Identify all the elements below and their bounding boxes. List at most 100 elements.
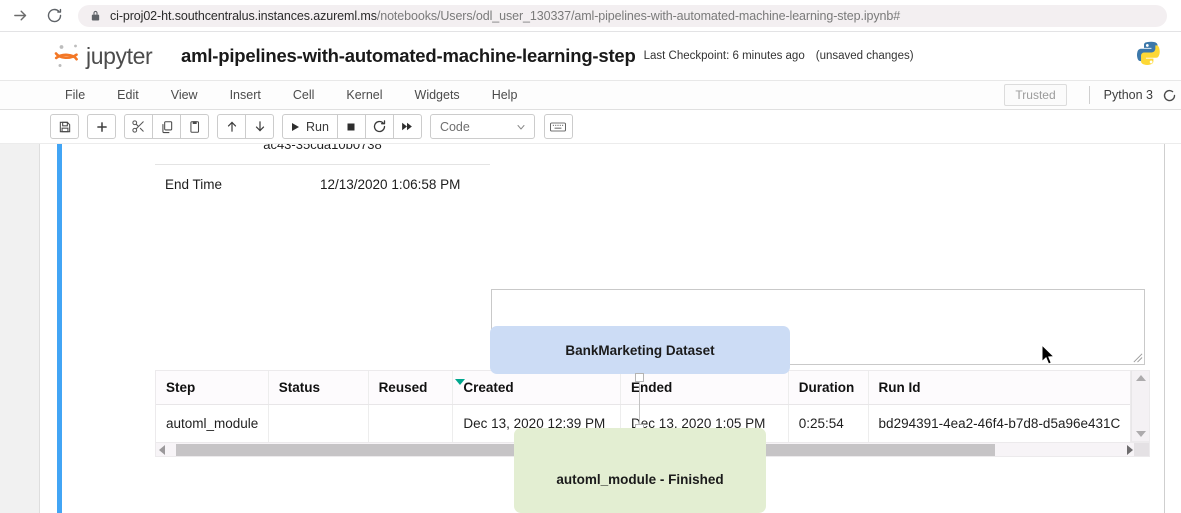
toolbar-group-run: Run — [282, 114, 422, 139]
play-triangle-icon — [292, 122, 299, 131]
cell-duration: 0:25:54 — [789, 405, 869, 442]
notebook-title[interactable]: aml-pipelines-with-automated-machine-lea… — [181, 45, 636, 67]
steps-table-horizontal-scrollbar[interactable] — [155, 442, 1150, 457]
selected-cell-marker — [57, 144, 62, 513]
save-button[interactable] — [50, 114, 79, 139]
menu-widgets[interactable]: Widgets — [402, 84, 473, 106]
column-header-duration[interactable]: Duration — [789, 371, 869, 404]
cell-status — [269, 405, 369, 442]
table-row[interactable]: automl_module Dec 13, 2020 12:39 PM Dec … — [156, 405, 1130, 442]
trusted-badge[interactable]: Trusted — [1004, 84, 1067, 106]
column-header-ended[interactable]: Ended — [621, 371, 789, 404]
url-host: ci-proj02-ht.southcentralus.instances.az… — [110, 8, 377, 23]
scissors-icon — [132, 120, 144, 133]
toolbar-group-save — [50, 114, 79, 139]
end-time-row: End Time 12/13/2020 1:06:58 PM — [155, 165, 490, 192]
forward-button[interactable] — [6, 2, 34, 30]
plus-icon — [96, 121, 107, 132]
scrollbar-corner — [1134, 443, 1149, 456]
column-header-run-id[interactable]: Run Id — [869, 371, 1130, 404]
cell-created: Dec 13, 2020 12:39 PM — [453, 405, 622, 442]
insert-cell-below-button[interactable] — [87, 114, 116, 139]
copy-button[interactable] — [152, 114, 181, 139]
move-cell-down-button[interactable] — [245, 114, 274, 139]
menu-help[interactable]: Help — [479, 84, 531, 106]
page-left-gutter — [0, 144, 40, 513]
menu-file[interactable]: File — [52, 84, 98, 106]
open-command-palette-button[interactable] — [543, 114, 573, 139]
unsaved-changes-text: (unsaved changes) — [815, 50, 914, 62]
scroll-down-arrow-icon[interactable] — [1135, 431, 1146, 437]
save-disk-icon — [59, 121, 70, 132]
run-button-label: Run — [306, 119, 329, 134]
end-time-value: 12/13/2020 1:06:58 PM — [320, 177, 461, 192]
cut-button[interactable] — [124, 114, 153, 139]
sort-descending-icon — [455, 379, 466, 385]
cell-type-select[interactable]: Code — [429, 114, 535, 139]
browser-toolbar: ci-proj02-ht.southcentralus.instances.az… — [0, 0, 1181, 32]
run-button[interactable]: Run — [282, 114, 338, 139]
arrow-right-icon — [13, 10, 26, 21]
lock-icon — [90, 9, 101, 22]
end-time-label: End Time — [165, 177, 223, 192]
paste-button[interactable] — [180, 114, 209, 139]
screen-root: ci-proj02-ht.southcentralus.instances.az… — [0, 0, 1181, 513]
column-header-reused[interactable]: Reused — [369, 371, 454, 404]
stop-square-icon — [347, 123, 355, 130]
svg-text:jupyter: jupyter — [85, 43, 153, 69]
run-id-clipped-text: ac43-35cda10b0738 — [155, 144, 490, 162]
kernel-status-indicator[interactable] — [1162, 88, 1177, 103]
notebook-scroll-area[interactable]: ac43-35cda10b0738 End Time 12/13/2020 1:… — [0, 144, 1181, 513]
copy-icon — [161, 120, 172, 133]
run-log-box[interactable] — [491, 289, 1145, 365]
column-header-status[interactable]: Status — [269, 371, 369, 404]
arrow-down-icon — [255, 121, 264, 132]
cell-ended: Dec 13, 2020 1:05 PM — [621, 405, 789, 442]
restart-kernel-button[interactable] — [364, 114, 394, 139]
horizontal-scroll-thumb[interactable] — [176, 444, 995, 456]
jupyter-logo[interactable]: jupyter — [52, 40, 164, 72]
menu-edit[interactable]: Edit — [104, 84, 152, 106]
notebook-toolbar: Run Code — [0, 110, 1181, 144]
last-checkpoint-text: Last Checkpoint: 6 minutes ago — [643, 50, 805, 62]
reload-button[interactable] — [40, 2, 68, 30]
cell-step: automl_module — [156, 405, 269, 442]
interrupt-kernel-button[interactable] — [336, 114, 366, 139]
steps-table[interactable]: Step Status Reused Created Ended Duratio… — [155, 370, 1131, 443]
move-cell-up-button[interactable] — [217, 114, 246, 139]
restart-and-run-all-button[interactable] — [392, 114, 422, 139]
keyboard-icon — [550, 122, 567, 131]
chevron-down-icon — [517, 124, 525, 129]
column-header-created[interactable]: Created — [453, 371, 622, 404]
run-details-panel: ac43-35cda10b0738 End Time 12/13/2020 1:… — [155, 144, 490, 192]
address-bar[interactable]: ci-proj02-ht.southcentralus.instances.az… — [78, 4, 1167, 27]
resize-grip-icon[interactable] — [1132, 352, 1143, 363]
menu-view[interactable]: View — [158, 84, 211, 106]
jupyter-header: jupyter aml-pipelines-with-automated-mac… — [0, 32, 1181, 80]
scroll-right-arrow-icon[interactable] — [1127, 444, 1133, 455]
toolbar-group-move — [217, 114, 274, 139]
steps-table-vertical-scrollbar[interactable] — [1131, 370, 1150, 442]
url-text: ci-proj02-ht.southcentralus.instances.az… — [110, 9, 900, 23]
kernel-idle-circle-icon — [1163, 89, 1176, 101]
cell-type-value: Code — [439, 119, 470, 134]
scroll-left-arrow-icon[interactable] — [159, 444, 165, 455]
menu-bar: File Edit View Insert Cell Kernel Widget… — [0, 80, 1181, 110]
run-id-clipped-value: ac43-35cda10b0738 — [263, 144, 382, 152]
python-kernel-logo — [1133, 38, 1169, 79]
toolbar-group-palette — [543, 114, 573, 139]
toolbar-group-insert — [87, 114, 116, 139]
menu-insert[interactable]: Insert — [217, 84, 274, 106]
menubar-right-group: Trusted Python 3 — [1004, 84, 1181, 106]
column-header-step[interactable]: Step — [156, 371, 269, 404]
scroll-up-arrow-icon[interactable] — [1135, 375, 1146, 381]
menu-kernel[interactable]: Kernel — [333, 84, 395, 106]
python-logo-icon — [1136, 41, 1160, 65]
steps-table-header: Step Status Reused Created Ended Duratio… — [156, 371, 1130, 405]
paste-icon — [189, 120, 199, 133]
arrow-up-icon — [227, 121, 236, 132]
menu-cell[interactable]: Cell — [280, 84, 328, 106]
page-right-edge — [1164, 144, 1165, 513]
cell-reused — [369, 405, 454, 442]
kernel-name-label: Python 3 — [1103, 88, 1153, 102]
